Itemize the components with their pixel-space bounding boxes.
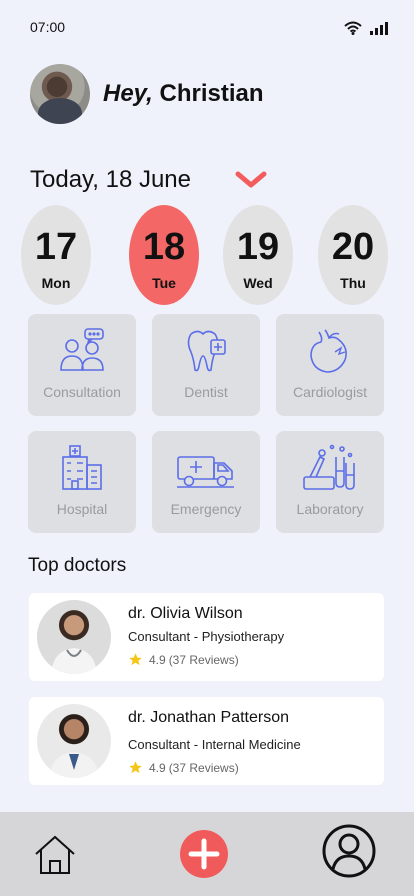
category-dentist[interactable]: Dentist [152,314,260,416]
category-consultation[interactable]: Consultation [28,314,136,416]
category-label: Dentist [184,384,228,400]
rating-value: 4.9 [149,760,166,775]
day-pill-wed[interactable]: 19 Wed [223,205,293,305]
category-cardiologist[interactable]: Cardiologist [276,314,384,416]
doctor-rating: 4.9 (37 Reviews) [128,652,239,667]
day-name: Thu [340,275,366,291]
top-doctors-title: Top doctors [28,555,127,576]
day-number: 18 [142,226,186,268]
doctor-name: dr. Jonathan Patterson [128,709,289,726]
user-name: Christian [159,80,264,107]
status-icons [344,21,388,35]
greeting-prefix: Hey, [103,80,153,107]
heart-icon [310,329,347,373]
doctor-card-jonathan[interactable]: dr. Jonathan Patterson Consultant - Inte… [29,697,384,785]
tooth-icon [187,330,226,372]
doctor-avatar [37,704,111,778]
day-number: 20 [331,226,375,268]
signal-icon [370,22,388,35]
date-title: Today, 18 June [30,166,192,193]
day-pill-tue[interactable]: 18 Tue [129,205,199,305]
day-name: Tue [152,275,176,291]
day-pill-thu[interactable]: 20 Thu [318,205,388,305]
consultation-icon [60,328,104,371]
category-hospital[interactable]: Hospital [28,431,136,533]
user-avatar[interactable] [30,64,90,124]
category-label: Laboratory [296,501,364,517]
plus-icon [188,838,220,870]
lab-icon [303,444,355,490]
category-label: Hospital [56,501,108,517]
greeting: Hey, Christian [103,80,264,108]
review-count: (37 Reviews) [168,652,239,667]
hospital-icon [62,445,102,490]
category-laboratory[interactable]: Laboratory [276,431,384,533]
category-label: Consultation [43,384,121,400]
status-time: 07:00 [30,19,66,35]
doctor-rating: 4.9 (37 Reviews) [128,760,239,775]
review-count: (37 Reviews) [168,760,239,775]
category-emergency[interactable]: Emergency [152,431,260,533]
profile-icon[interactable] [322,824,376,878]
home-icon[interactable] [34,834,76,876]
day-name: Mon [41,275,71,291]
star-icon [129,653,142,666]
category-label: Cardiologist [293,384,367,400]
wifi-icon [344,21,362,35]
star-icon [129,761,142,774]
doctor-avatar [37,600,111,674]
category-label: Emergency [170,501,242,517]
day-number: 19 [236,226,280,268]
day-name: Wed [243,275,273,291]
ambulance-icon [177,456,234,488]
day-pill-mon[interactable]: 17 Mon [21,205,91,305]
doctor-card-olivia[interactable]: dr. Olivia Wilson Consultant - Physiothe… [29,593,384,681]
day-number: 17 [34,226,78,268]
bottom-nav [0,812,414,896]
rating-value: 4.9 [149,652,166,667]
doctor-name: dr. Olivia Wilson [128,605,243,622]
doctor-specialty: Consultant - Internal Medicine [128,737,301,752]
chevron-down-icon[interactable] [235,170,267,190]
doctor-specialty: Consultant - Physiotherapy [128,629,285,644]
add-button[interactable] [180,830,228,878]
